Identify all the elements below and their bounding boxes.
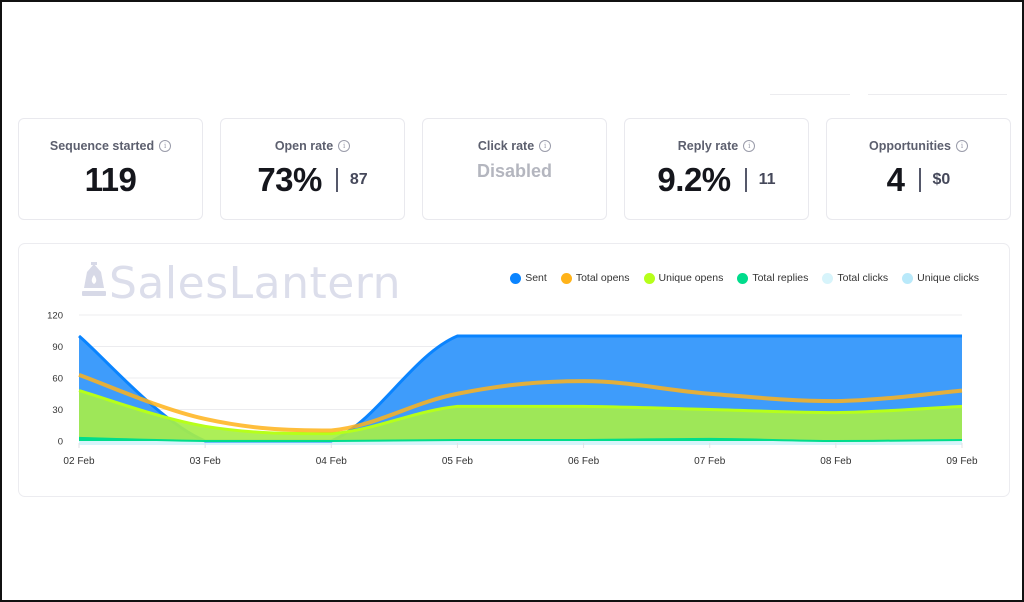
stat-label: Click rate [477, 139, 535, 153]
date-filter[interactable] [770, 94, 850, 95]
stat-value: 73% [257, 161, 322, 198]
stat-divider [335, 168, 338, 192]
x-tick-label: 09 Feb [946, 456, 978, 467]
stat-divider [918, 168, 921, 192]
y-tick-label: 60 [52, 374, 63, 385]
x-tick-label: 03 Feb [190, 456, 222, 467]
stat-label-row: Opportunities i [827, 139, 1010, 153]
stat-value-row: 9.2% 11 [625, 161, 808, 199]
x-tick-label: 08 Feb [820, 456, 852, 467]
x-tick-label: 02 Feb [63, 456, 95, 467]
x-tick-label: 05 Feb [442, 456, 474, 467]
stat-label: Sequence started [49, 139, 155, 153]
area-chart: 0 30 60 90 120 02 Feb 03 Feb 04 Feb 05 Feb 06 Feb… [47, 311, 978, 468]
stat-secondary-value: 11 [758, 171, 776, 188]
info-icon[interactable]: i [159, 140, 172, 152]
info-icon[interactable]: i [743, 140, 756, 152]
stat-label: Open rate [274, 139, 334, 153]
stat-value-row: Disabled [423, 161, 606, 182]
stat-label: Reply rate [677, 139, 739, 153]
stat-label-row: Click rate i [423, 139, 606, 153]
stat-value: 119 [84, 161, 137, 198]
stat-value: Disabled [476, 161, 553, 181]
stat-card-opportunities: Opportunities i 4 $0 [826, 118, 1011, 220]
stat-value: 4 [886, 161, 905, 198]
analytics-chart-card: SalesLantern Sent Total opens Unique opens… [18, 243, 1010, 497]
stat-card-open-rate: Open rate i 73% 87 [220, 118, 405, 220]
y-tick-label: 120 [47, 311, 63, 322]
stat-card-click-rate: Click rate i Disabled [422, 118, 607, 220]
y-tick-label: 90 [52, 342, 63, 353]
stat-value: 9.2% [657, 161, 731, 198]
stat-label-row: Reply rate i [625, 139, 808, 153]
stat-label-row: Open rate i [221, 139, 404, 153]
y-tick-label: 0 [58, 437, 63, 448]
campaign-filter[interactable] [868, 94, 1007, 95]
stat-secondary-value: 87 [349, 171, 368, 188]
x-tick-label: 04 Feb [316, 456, 348, 467]
info-icon[interactable]: i [338, 140, 351, 152]
stat-card-sequence-started: Sequence started i 119 [18, 118, 203, 220]
stat-value-row: 4 $0 [827, 161, 1010, 199]
info-icon[interactable]: i [539, 140, 552, 152]
dashboard-frame: Sequence started i 119 Open rate i 73% 87 Click… [0, 0, 1024, 602]
stat-card-reply-rate: Reply rate i 9.2% 11 [624, 118, 809, 220]
x-tick-label: 06 Feb [568, 456, 600, 467]
info-icon[interactable]: i [955, 140, 968, 152]
stat-secondary-value: $0 [932, 171, 951, 188]
x-tick-label: 07 Feb [694, 456, 726, 467]
y-tick-label: 30 [52, 405, 63, 416]
stat-label-row: Sequence started i [19, 139, 202, 153]
stat-label: Opportunities [869, 139, 951, 153]
stat-value-row: 119 [19, 161, 202, 199]
stat-value-row: 73% 87 [221, 161, 404, 199]
stat-divider [744, 168, 747, 192]
